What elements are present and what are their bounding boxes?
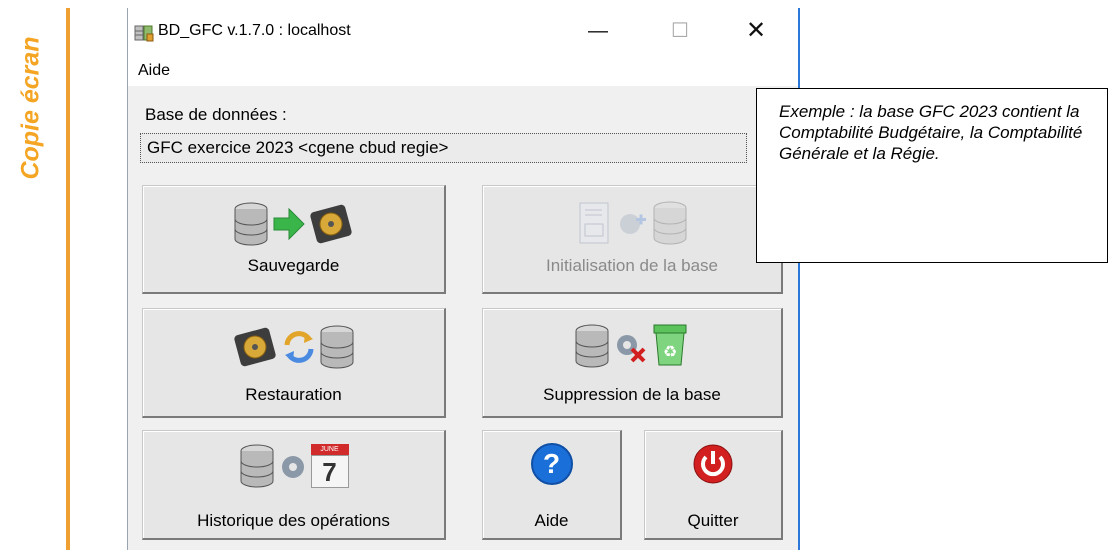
svg-text:♻: ♻ [663, 342, 677, 361]
menu-item-aide[interactable]: Aide [138, 62, 170, 80]
database-field[interactable]: GFC exercice 2023 <cgene cbud regie> [140, 133, 747, 163]
quitter-button[interactable]: Quitter [644, 430, 783, 540]
gear-delete-icon [617, 335, 646, 363]
restauration-label: Restauration [245, 385, 342, 404]
database-icon [234, 202, 267, 246]
database-value: GFC exercice 2023 <cgene cbud regie> [147, 138, 449, 157]
window-title: BD_GFC v.1.7.0 : localhost [158, 22, 351, 39]
minimize-button[interactable]: — [570, 8, 626, 54]
gear-icon [281, 456, 304, 478]
database-label: Base de données : [145, 105, 287, 124]
historique-button[interactable]: JUNE 7 Historique des opérations [142, 430, 446, 540]
maximize-icon: ☐ [671, 20, 689, 42]
calendar-icon: JUNE 7 [310, 444, 349, 488]
initialisation-label: Initialisation de la base [545, 256, 718, 275]
arrow-right-icon [273, 207, 305, 241]
aide-button[interactable]: ? Aide [482, 430, 622, 540]
maximize-button[interactable]: ☐ [652, 8, 708, 54]
aide-label: Aide [534, 511, 569, 530]
side-label: Copie écran [14, 8, 48, 208]
historique-label: Historique des opérations [197, 511, 390, 530]
annotation-text: Exemple : la base GFC 2023 contient la C… [779, 102, 1083, 163]
annotation-box: Exemple : la base GFC 2023 contient la C… [756, 88, 1108, 263]
suppression-button[interactable]: ♻ Suppression de la base [482, 308, 783, 418]
calendar-month: JUNE [310, 444, 349, 455]
document-icon [579, 202, 609, 244]
app-database-icon [134, 25, 154, 42]
gear-plus-icon [620, 214, 646, 234]
power-icon [693, 444, 733, 484]
title-bar[interactable]: BD_GFC v.1.7.0 : localhost — ☐ ✕ [128, 8, 798, 54]
suppression-label: Suppression de la base [543, 385, 721, 404]
hard-disk-icon [233, 327, 276, 367]
database-icon [575, 324, 609, 368]
close-button[interactable]: ✕ [728, 8, 784, 54]
side-rule [66, 8, 70, 550]
quitter-label: Quitter [687, 511, 739, 530]
minimize-icon: — [588, 20, 608, 42]
sauvegarde-button[interactable]: Sauvegarde [142, 185, 446, 294]
sauvegarde-label: Sauvegarde [247, 256, 340, 275]
calendar-day: 7 [310, 455, 349, 488]
recycle-bin-icon: ♻ [653, 324, 687, 366]
database-icon [653, 201, 687, 245]
side-label-text: Copie écran [16, 36, 45, 180]
close-icon: ✕ [745, 17, 767, 44]
app-window: BD_GFC v.1.7.0 : localhost — ☐ ✕ Aide Ba… [127, 8, 800, 550]
database-icon [320, 325, 353, 369]
database-icon [240, 444, 273, 488]
menu-bar: Aide [128, 54, 798, 86]
refresh-icon [284, 331, 313, 363]
help-icon: ? [530, 443, 573, 485]
hard-disk-icon [309, 204, 352, 244]
initialisation-button[interactable]: Initialisation de la base [482, 185, 783, 294]
restauration-button[interactable]: Restauration [142, 308, 446, 418]
